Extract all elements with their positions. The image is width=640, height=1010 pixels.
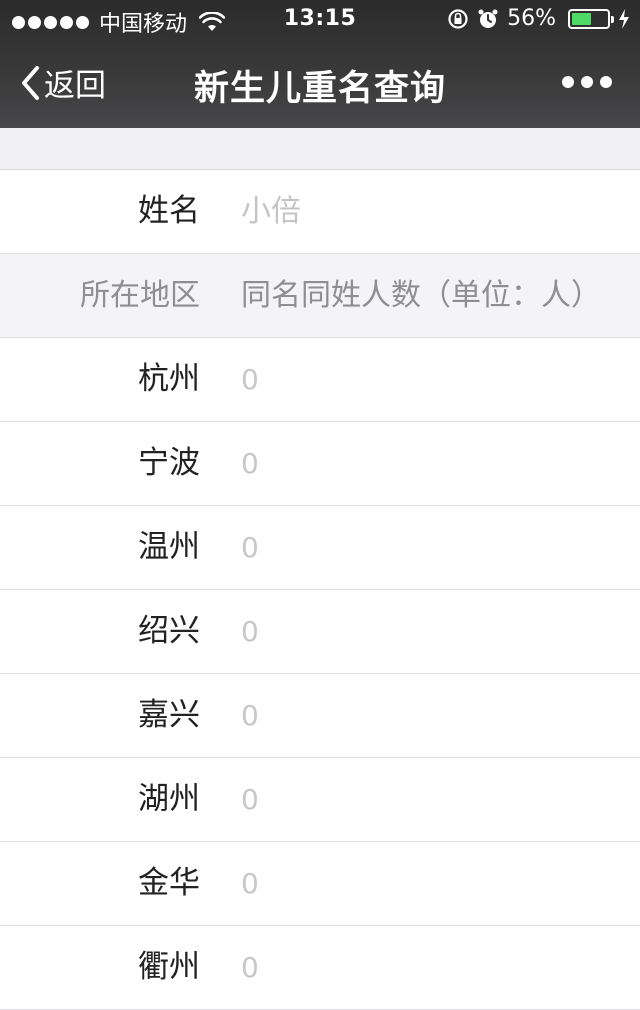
table-row: 嘉兴 0	[0, 674, 640, 758]
region-label: 金华	[138, 865, 200, 901]
count-value: 0	[241, 363, 259, 396]
table-header: 所在地区 同名同姓人数（单位：人）	[0, 254, 640, 338]
rotation-lock-icon	[448, 8, 468, 29]
table-row: 衢州 0	[0, 926, 640, 1010]
more-options-icon[interactable]	[562, 76, 612, 88]
region-label: 嘉兴	[138, 697, 200, 733]
name-row: 姓名 小倍	[0, 170, 640, 254]
region-label: 温州	[138, 529, 200, 565]
region-label: 衢州	[138, 949, 200, 985]
table-row: 宁波 0	[0, 422, 640, 506]
table-row: 金华 0	[0, 842, 640, 926]
name-input[interactable]: 小倍	[241, 170, 301, 253]
count-value: 0	[241, 867, 259, 900]
count-value: 0	[241, 447, 259, 480]
battery-percent: 56%	[507, 6, 556, 31]
charging-bolt-icon	[619, 8, 629, 29]
region-label: 宁波	[138, 445, 200, 481]
battery-icon	[568, 8, 614, 29]
battery-fill	[572, 12, 591, 25]
count-value: 0	[241, 783, 259, 816]
region-label: 绍兴	[138, 613, 200, 649]
page-title: 新生儿重名查询	[193, 69, 446, 109]
table-row: 温州 0	[0, 506, 640, 590]
count-value: 0	[241, 699, 259, 732]
header-region: 所在地区	[80, 278, 200, 313]
table-row: 湖州 0	[0, 758, 640, 842]
alarm-icon	[478, 9, 498, 28]
table-row: 绍兴 0	[0, 590, 640, 674]
status-bar: 中国移动 13:15 56%	[0, 0, 640, 40]
table-row: 杭州 0	[0, 338, 640, 422]
name-label: 姓名	[138, 193, 200, 229]
count-value: 0	[241, 531, 259, 564]
header-count: 同名同姓人数（单位：人）	[241, 278, 601, 313]
navigation-bar: 返回 新生儿重名查询	[0, 40, 640, 128]
section-spacer	[0, 128, 640, 170]
status-right: 56%	[447, 6, 630, 31]
query-list: 姓名 小倍 所在地区 同名同姓人数（单位：人） 杭州 0 宁波 0 温州 0 绍兴 0 嘉兴 0 湖…	[0, 170, 640, 1010]
top-bar: 中国移动 13:15 56% 返回 新生儿重名查询	[0, 0, 640, 128]
count-value: 0	[241, 615, 259, 648]
count-value: 0	[241, 951, 259, 984]
region-label: 湖州	[138, 781, 200, 817]
region-label: 杭州	[138, 361, 200, 397]
